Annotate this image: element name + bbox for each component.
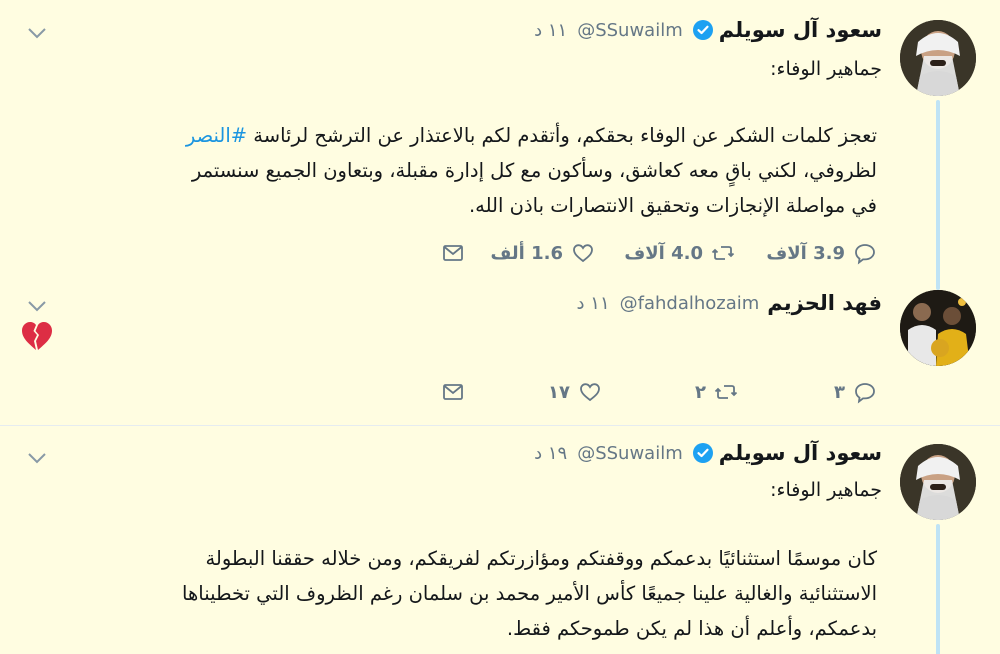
tweet-text: تعجز كلمات الشكر عن الوفاء بحقكم، وأتقدم… [57, 118, 877, 223]
author-handle[interactable]: @SSuwailm [577, 20, 683, 41]
retweet-icon [714, 385, 738, 399]
tweet-1[interactable]: سعود آل سويلم @SSuwailm ١١ د جماهير الوف… [0, 0, 1000, 290]
user-avatar-photo-icon [900, 290, 976, 366]
tweet-header: فهد الحزيم @fahdalhozaim ١١ د [577, 288, 882, 318]
author-name[interactable]: سعود آل سويلم [719, 18, 882, 42]
tweet-text-line-2: الاستثنائية والغالية علينا جميعًا كأس ال… [182, 582, 877, 605]
retweet-count: 4.0 آلاف [624, 242, 703, 264]
retweet-button[interactable]: 4.0 آلاف [624, 238, 735, 268]
tweet-text-line-1: تعجز كلمات الشكر عن الوفاء بحقكم، وأتقدم… [57, 118, 877, 153]
tweet-text-line-2: لظروفي، لكني باقٍ معه كعاشق، وسأكون مع ك… [191, 159, 877, 182]
tweet-text-segment: تعجز كلمات الشكر عن الوفاء بحقكم، وأتقدم… [253, 124, 877, 147]
heart-icon [580, 383, 600, 402]
chevron-down-icon[interactable] [26, 26, 48, 40]
verified-badge-icon [692, 20, 713, 40]
tweet-actions: 3.9 آلاف 4.0 آلاف 1.6 ألف [0, 238, 1000, 268]
replying-to-text: جماهير الوفاء: [770, 58, 882, 80]
tweet-actions: ٣ ٢ ١٧ [0, 377, 1000, 407]
reply-count: 3.9 آلاف [766, 242, 845, 264]
retweet-icon [711, 246, 735, 260]
avatar[interactable] [900, 20, 976, 96]
tweet-time[interactable]: ١٩ د [534, 443, 567, 464]
tweet-text-line-3: في مواصلة الإنجازات وتحقيق الانتصارات با… [468, 194, 877, 217]
tweet-text-line-3: بدعمكم، وأعلم أن هذا لم يكن طموحكم فقط. [506, 617, 877, 640]
author-handle[interactable]: @fahdalhozaim [620, 293, 760, 314]
tweet-text-line-1: كان موسمًا استثنائيًا بدعمكم ووقفتكم ومؤ… [205, 547, 877, 570]
like-button[interactable]: 1.6 ألف [490, 238, 595, 268]
direct-message-button[interactable] [433, 377, 465, 407]
retweet-count: ٢ [695, 381, 706, 403]
tweet-time[interactable]: ١١ د [577, 293, 610, 314]
reply-button[interactable]: ٣ [834, 377, 877, 407]
tweet-header: سعود آل سويلم @SSuwailm ١٩ د [534, 438, 882, 468]
tweet-header: سعود آل سويلم @SSuwailm ١١ د [534, 15, 882, 45]
retweet-button[interactable]: ٢ [695, 377, 738, 407]
tweet-text: كان موسمًا استثنائيًا بدعمكم ووقفتكم ومؤ… [57, 541, 877, 646]
replying-to-text: جماهير الوفاء: [770, 479, 882, 501]
reply-icon [855, 383, 875, 404]
user-avatar-photo-icon [900, 444, 976, 520]
hashtag-link[interactable]: #النصر [186, 124, 247, 147]
envelope-icon [443, 384, 463, 400]
direct-message-button[interactable] [433, 238, 465, 268]
like-button[interactable]: ١٧ [548, 377, 602, 407]
tweet-3[interactable]: سعود آل سويلم @SSuwailm ١٩ د جماهير الوف… [0, 426, 1000, 654]
avatar[interactable] [900, 444, 976, 520]
reply-icon [855, 244, 875, 265]
author-name[interactable]: سعود آل سويلم [719, 441, 882, 465]
heart-icon [573, 244, 593, 263]
reply-count: ٣ [834, 381, 845, 403]
verified-badge-icon [692, 443, 713, 463]
like-count: ١٧ [548, 381, 570, 403]
like-count: 1.6 ألف [490, 242, 563, 264]
author-handle[interactable]: @SSuwailm [577, 443, 683, 464]
author-name[interactable]: فهد الحزيم [767, 291, 882, 315]
chevron-down-icon[interactable] [26, 451, 48, 465]
tweet-time[interactable]: ١١ د [534, 20, 567, 41]
avatar[interactable] [900, 290, 976, 366]
thread-line [936, 524, 940, 654]
user-avatar-photo-icon [900, 20, 976, 96]
envelope-icon [443, 245, 463, 261]
broken-heart-icon [22, 322, 52, 350]
tweet-2[interactable]: فهد الحزيم @fahdalhozaim ١١ د ٣ ٢ ١٧ [0, 285, 1000, 425]
chevron-down-icon[interactable] [26, 299, 48, 313]
reply-button[interactable]: 3.9 آلاف [766, 238, 877, 268]
